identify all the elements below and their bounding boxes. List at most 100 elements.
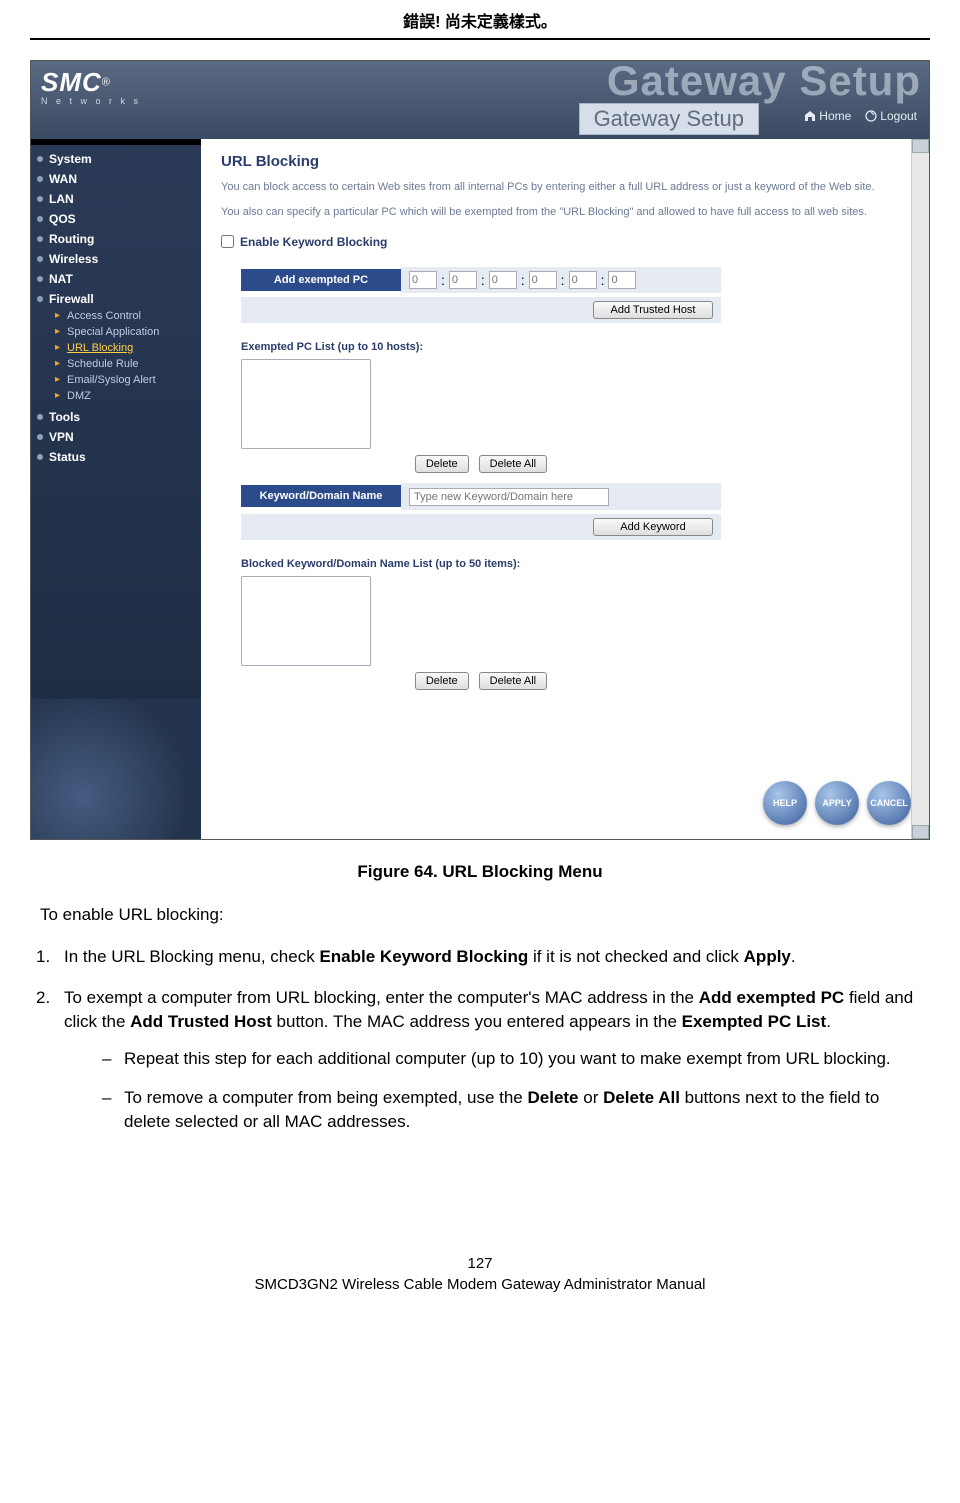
nav-nat[interactable]: NAT xyxy=(31,269,201,289)
mac-octet-2[interactable] xyxy=(449,271,477,289)
enable-keyword-row: Enable Keyword Blocking xyxy=(221,235,909,249)
keyword-input-wrap xyxy=(401,483,721,510)
home-icon xyxy=(804,110,816,122)
sub-dmz[interactable]: DMZ xyxy=(49,388,195,404)
doc-intro: To enable URL blocking: xyxy=(40,904,930,927)
page-footer: 127 SMCD3GN2 Wireless Cable Modem Gatewa… xyxy=(30,1255,930,1317)
sub2-d: Delete All xyxy=(603,1088,680,1107)
cancel-label: CANCEL xyxy=(870,798,908,808)
nav-firewall-label: Firewall xyxy=(49,292,94,306)
enable-keyword-checkbox[interactable] xyxy=(221,235,234,248)
smc-logo: SMC® N e t w o r k s xyxy=(41,67,141,106)
keyword-input[interactable] xyxy=(409,488,609,506)
step-2: 2. To exempt a computer from URL blockin… xyxy=(30,986,930,1135)
blocked-delete-button[interactable]: Delete xyxy=(415,672,469,690)
mac-octet-6[interactable] xyxy=(608,271,636,289)
nav-lan[interactable]: LAN xyxy=(31,189,201,209)
mac-octet-1[interactable] xyxy=(409,271,437,289)
keyword-header: Keyword/Domain Name xyxy=(241,485,401,507)
step-2-sub-2: To remove a computer from being exempted… xyxy=(94,1086,930,1135)
blocked-keyword-listbox[interactable] xyxy=(241,576,371,666)
step-1: 1. In the URL Blocking menu, check Enabl… xyxy=(30,945,930,970)
sub-access-control[interactable]: Access Control xyxy=(49,308,195,324)
page-error-header: 錯誤! 尚未定義樣式。 xyxy=(30,0,930,38)
header-ghost-title: Gateway Setup xyxy=(607,61,921,105)
blocked-delete-row: Delete Delete All xyxy=(241,672,721,690)
apply-label: APPLY xyxy=(822,798,851,808)
step-2-e: button. The MAC address you entered appe… xyxy=(272,1012,682,1031)
sub-special-application[interactable]: Special Application xyxy=(49,324,195,340)
figure-caption: Figure 64. URL Blocking Menu xyxy=(30,862,930,882)
mac-inputs: : : : : : xyxy=(401,267,721,293)
home-link-label: Home xyxy=(819,109,851,123)
home-link[interactable]: Home xyxy=(804,109,851,123)
sub-schedule-rule[interactable]: Schedule Rule xyxy=(49,356,195,372)
page-number: 127 xyxy=(30,1255,930,1272)
sidebar-groove xyxy=(31,139,201,145)
manual-title: SMCD3GN2 Wireless Cable Modem Gateway Ad… xyxy=(30,1276,930,1293)
keyword-row: Keyword/Domain Name xyxy=(241,483,721,510)
header-title-bar: Gateway Setup xyxy=(579,103,759,135)
firewall-submenu: Access Control Special Application URL B… xyxy=(49,308,195,404)
sub2-c: or xyxy=(579,1088,604,1107)
nav-firewall[interactable]: Firewall Access Control Special Applicat… xyxy=(31,289,201,407)
mac-octet-3[interactable] xyxy=(489,271,517,289)
step-2-b: Add exempted PC xyxy=(699,988,844,1007)
nav-wan[interactable]: WAN xyxy=(31,169,201,189)
scroll-up-icon[interactable] xyxy=(912,139,929,153)
step-1-b: Enable Keyword Blocking xyxy=(319,947,528,966)
scrollbar[interactable] xyxy=(911,139,929,839)
header-links: Home Logout xyxy=(804,109,917,123)
logo-subtext: N e t w o r k s xyxy=(41,96,141,106)
nav-wireless[interactable]: Wireless xyxy=(31,249,201,269)
sidebar-decoration xyxy=(31,699,201,839)
sub-email-syslog[interactable]: Email/Syslog Alert xyxy=(49,372,195,388)
apply-button[interactable]: APPLY xyxy=(815,781,859,825)
panel-desc-1: You can block access to certain Web site… xyxy=(221,180,909,195)
step-1-num: 1. xyxy=(36,945,50,970)
logout-icon xyxy=(865,110,877,122)
nav-tools[interactable]: Tools xyxy=(31,407,201,427)
nav-qos[interactable]: QOS xyxy=(31,209,201,229)
nav-routing[interactable]: Routing xyxy=(31,229,201,249)
add-keyword-button[interactable]: Add Keyword xyxy=(593,518,713,536)
add-trusted-row: Add Trusted Host xyxy=(241,297,721,323)
sub-url-blocking[interactable]: URL Blocking xyxy=(49,340,195,356)
mac-octet-4[interactable] xyxy=(529,271,557,289)
step-2-a: To exempt a computer from URL blocking, … xyxy=(64,988,699,1007)
step-1-c: if it is not checked and click xyxy=(528,947,743,966)
scroll-down-icon[interactable] xyxy=(912,825,929,839)
exempted-pc-listbox[interactable] xyxy=(241,359,371,449)
step-2-d: Add Trusted Host xyxy=(130,1012,272,1031)
panel-desc-2: You also can specify a particular PC whi… xyxy=(221,205,909,220)
exempted-delete-all-button[interactable]: Delete All xyxy=(479,455,547,473)
nav-vpn[interactable]: VPN xyxy=(31,427,201,447)
step-2-sub: Repeat this step for each additional com… xyxy=(64,1047,930,1135)
router-body: System WAN LAN QOS Routing Wireless NAT … xyxy=(31,139,929,839)
sidebar: System WAN LAN QOS Routing Wireless NAT … xyxy=(31,139,201,839)
help-button[interactable]: HELP xyxy=(763,781,807,825)
nav-system[interactable]: System xyxy=(31,149,201,169)
logo-reg: ® xyxy=(102,76,110,88)
blocked-delete-all-button[interactable]: Delete All xyxy=(479,672,547,690)
step-2-sub-1: Repeat this step for each additional com… xyxy=(94,1047,930,1072)
exempted-delete-row: Delete Delete All xyxy=(241,455,721,473)
blocked-list-label: Blocked Keyword/Domain Name List (up to … xyxy=(241,558,721,570)
mac-octet-5[interactable] xyxy=(569,271,597,289)
step-2-f: Exempted PC List xyxy=(682,1012,827,1031)
cancel-button[interactable]: CANCEL xyxy=(867,781,911,825)
main-panel: URL Blocking You can block access to cer… xyxy=(201,139,929,839)
step-1-d: Apply xyxy=(744,947,791,966)
help-label: HELP xyxy=(773,798,797,808)
add-trusted-host-button[interactable]: Add Trusted Host xyxy=(593,301,713,319)
router-ui-screenshot: SMC® N e t w o r k s Gateway Setup Gatew… xyxy=(30,60,930,840)
step-1-e: . xyxy=(791,947,796,966)
nav-status[interactable]: Status xyxy=(31,447,201,467)
step-1-a: In the URL Blocking menu, check xyxy=(64,947,319,966)
add-keyword-row: Add Keyword xyxy=(241,514,721,540)
panel-heading: URL Blocking xyxy=(221,153,909,170)
header-rule xyxy=(30,38,930,40)
exempted-delete-button[interactable]: Delete xyxy=(415,455,469,473)
logout-link[interactable]: Logout xyxy=(865,109,917,123)
doc-steps: 1. In the URL Blocking menu, check Enabl… xyxy=(30,945,930,1135)
